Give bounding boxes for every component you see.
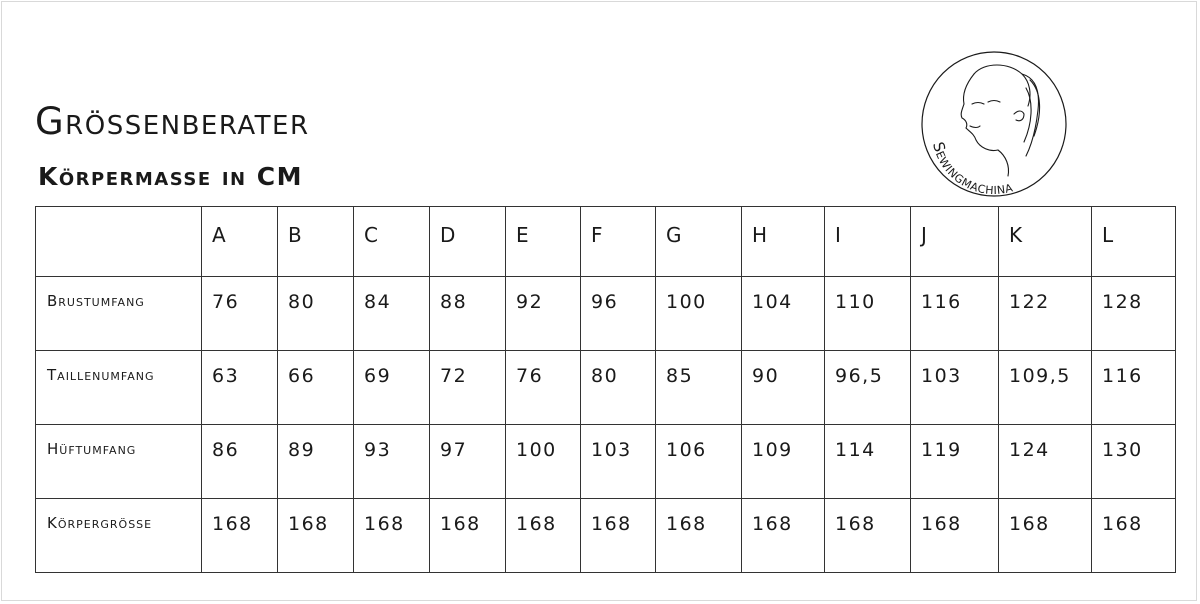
row-label: Körpergrösse [35, 498, 202, 573]
table-cell: 89 [277, 424, 354, 499]
column-header: K [998, 206, 1092, 277]
column-header: I [824, 206, 911, 277]
table-cell: 100 [655, 276, 742, 351]
column-header: C [353, 206, 430, 277]
row-label: Taillenumfang [35, 350, 202, 425]
table-cell: 168 [910, 498, 999, 573]
column-header: L [1091, 206, 1176, 277]
table-cell: 66 [277, 350, 354, 425]
table-cell: 85 [655, 350, 742, 425]
table-cell: 168 [580, 498, 656, 573]
table-cell: 96 [580, 276, 656, 351]
svg-text:Sewingmachina: Sewingmachina [929, 140, 1015, 198]
column-header: E [505, 206, 581, 277]
table-cell: 103 [910, 350, 999, 425]
table-cell: 168 [655, 498, 742, 573]
table-cell: 124 [998, 424, 1092, 499]
column-header: D [429, 206, 506, 277]
table-cell: 116 [1091, 350, 1176, 425]
table-cell: 119 [910, 424, 999, 499]
column-header: G [655, 206, 742, 277]
table-cell: 88 [429, 276, 506, 351]
table-cell: 168 [201, 498, 278, 573]
table-cell: 104 [741, 276, 825, 351]
table-cell: 90 [741, 350, 825, 425]
logo-text: Sewingmachina [929, 140, 1014, 198]
row-label: Brustumfang [35, 276, 202, 351]
table-cell: 100 [505, 424, 581, 499]
page-subtitle: Körpermasse in CM [38, 162, 304, 191]
table-cell: 103 [580, 424, 656, 499]
column-header: F [580, 206, 656, 277]
table-cell: 122 [998, 276, 1092, 351]
table-cell: 109,5 [998, 350, 1092, 425]
table-cell: 116 [910, 276, 999, 351]
table-cell: 168 [741, 498, 825, 573]
table-cell: 168 [1091, 498, 1176, 573]
table-cell: 96,5 [824, 350, 911, 425]
table-cell: 93 [353, 424, 430, 499]
table-cell: 110 [824, 276, 911, 351]
page-title: Grössenberater [35, 100, 310, 143]
column-header: B [277, 206, 354, 277]
table-cell: 69 [353, 350, 430, 425]
table-cell: 80 [580, 350, 656, 425]
table-cell: 168 [353, 498, 430, 573]
column-header: H [741, 206, 825, 277]
table-cell: 72 [429, 350, 506, 425]
size-chart-table: A B C D E F G H I J K L Brustumfang 76 8… [35, 206, 1176, 573]
table-cell: 80 [277, 276, 354, 351]
sewingmachina-logo: Sewingmachina [921, 51, 1067, 198]
table-cell: 92 [505, 276, 581, 351]
table-cell: 168 [277, 498, 354, 573]
table-cell: 168 [429, 498, 506, 573]
table-cell: 76 [505, 350, 581, 425]
table-cell: 84 [353, 276, 430, 351]
table-cell: 109 [741, 424, 825, 499]
table-header-row: A B C D E F G H I J K L [35, 206, 1176, 277]
header-corner-cell [35, 206, 202, 277]
column-header: J [910, 206, 999, 277]
table-cell: 63 [201, 350, 278, 425]
table-cell: 168 [824, 498, 911, 573]
table-cell: 168 [998, 498, 1092, 573]
table-row-koerpergroesse: Körpergrösse 168 168 168 168 168 168 168… [35, 498, 1176, 573]
table-cell: 76 [201, 276, 278, 351]
table-cell: 97 [429, 424, 506, 499]
table-cell: 128 [1091, 276, 1176, 351]
table-cell: 130 [1091, 424, 1176, 499]
row-label: Hüftumfang [35, 424, 202, 499]
table-cell: 106 [655, 424, 742, 499]
column-header: A [201, 206, 278, 277]
table-cell: 86 [201, 424, 278, 499]
table-row-taillenumfang: Taillenumfang 63 66 69 72 76 80 85 90 96… [35, 350, 1176, 425]
table-cell: 168 [505, 498, 581, 573]
table-cell: 114 [824, 424, 911, 499]
table-row-brustumfang: Brustumfang 76 80 84 88 92 96 100 104 11… [35, 276, 1176, 351]
table-row-hueftumfang: Hüftumfang 86 89 93 97 100 103 106 109 1… [35, 424, 1176, 499]
